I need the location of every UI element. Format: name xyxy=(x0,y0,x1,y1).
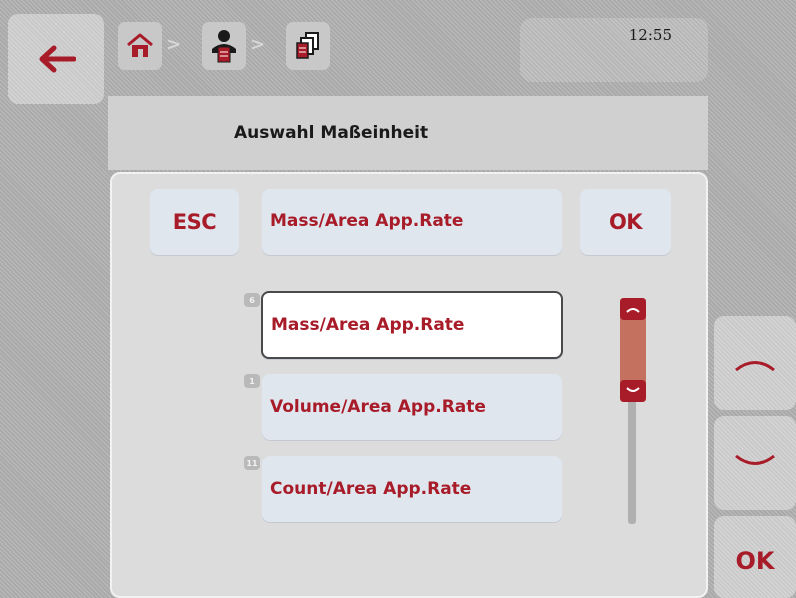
list-item-count-area[interactable]: Count/Area App.Rate xyxy=(262,456,562,522)
breadcrumb: > > xyxy=(118,22,338,72)
scroll-down-button[interactable] xyxy=(714,416,796,510)
side-ok-button[interactable]: OK xyxy=(714,516,796,598)
ok-button-label: OK xyxy=(608,210,643,234)
side-ok-label: OK xyxy=(735,547,775,575)
scrollbar-thumb-bottom-cap xyxy=(620,380,646,402)
breadcrumb-separator-icon: > xyxy=(166,34,182,55)
dialog-title-bar: Auswahl Maßeinheit xyxy=(108,96,708,170)
esc-button[interactable]: ESC xyxy=(150,189,239,255)
option-badge: 6 xyxy=(244,293,260,307)
dialog-title: Auswahl Maßeinheit xyxy=(234,123,429,143)
back-arrow-icon xyxy=(39,45,76,73)
list-item-label: Count/Area App.Rate xyxy=(270,479,472,499)
chevron-down-icon xyxy=(735,454,775,465)
breadcrumb-separator-icon: > xyxy=(250,34,266,55)
option-badge: 11 xyxy=(244,456,260,470)
clock: 12:55 xyxy=(520,18,708,82)
home-icon xyxy=(127,33,153,57)
esc-button-label: ESC xyxy=(172,210,217,234)
breadcrumb-home[interactable] xyxy=(118,22,162,70)
scrollbar-thumb-top-cap xyxy=(620,298,646,320)
list-item-label: Mass/Area App.Rate xyxy=(271,315,465,335)
list-item-mass-area[interactable]: Mass/Area App.Rate xyxy=(261,291,563,359)
option-badge: 1 xyxy=(244,374,260,388)
breadcrumb-unit-selection[interactable] xyxy=(286,22,330,70)
list-item-label: Volume/Area App.Rate xyxy=(270,397,486,417)
list-item-volume-area[interactable]: Volume/Area App.Rate xyxy=(262,374,562,440)
breadcrumb-operator[interactable] xyxy=(202,22,246,70)
ok-button[interactable]: OK xyxy=(580,189,671,255)
selected-value-text: Mass/Area App.Rate xyxy=(270,211,464,231)
back-button[interactable] xyxy=(8,14,104,104)
chevron-down-icon xyxy=(626,387,640,392)
unit-selection-icon xyxy=(296,32,319,59)
selected-value-field[interactable]: Mass/Area App.Rate xyxy=(262,189,562,255)
operator-icon xyxy=(212,30,236,63)
chevron-up-icon xyxy=(626,308,640,313)
clock-time: 12:55 xyxy=(628,26,672,44)
chevron-up-icon xyxy=(735,361,775,372)
scroll-up-button[interactable] xyxy=(714,316,796,410)
